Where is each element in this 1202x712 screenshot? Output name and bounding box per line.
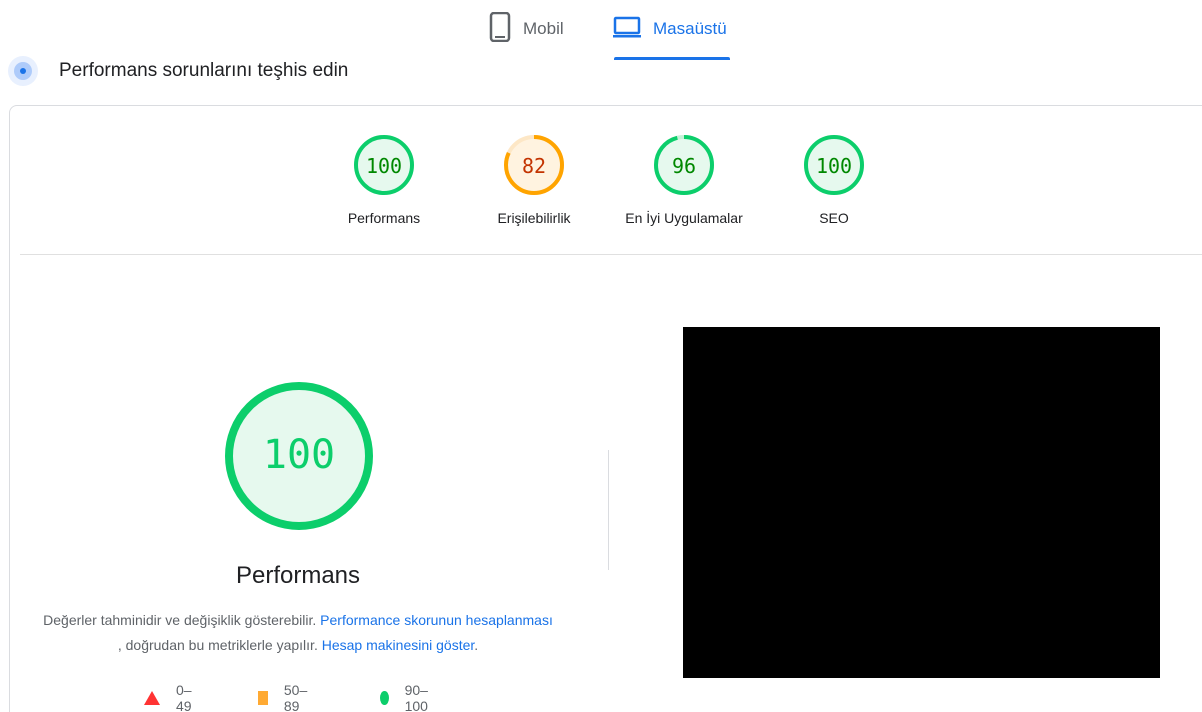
device-tabs: Mobil Masaüstü bbox=[0, 0, 1202, 60]
summary-divider bbox=[20, 254, 1202, 255]
vertical-divider bbox=[608, 450, 609, 570]
gauge-best-practices-ring: 96 bbox=[654, 135, 714, 195]
performance-gauge-large: 100 bbox=[223, 380, 375, 537]
tab-mobile[interactable]: Mobil bbox=[489, 11, 564, 47]
calculator-link[interactable]: Hesap makinesini göster bbox=[322, 637, 475, 653]
gauge-accessibility[interactable]: 82 Erişilebilirlik bbox=[454, 134, 614, 226]
legend-fail: 0–49 bbox=[144, 682, 192, 712]
laptop-icon bbox=[613, 16, 641, 43]
gauge-performance-ring: 100 bbox=[354, 135, 414, 195]
gauge-seo-ring: 100 bbox=[804, 135, 864, 195]
gauge-accessibility-ring: 82 bbox=[504, 135, 564, 195]
gauge-seo[interactable]: 100 SEO bbox=[754, 134, 914, 226]
gauge-best-practices[interactable]: 96 En İyi Uygulamalar bbox=[604, 134, 764, 226]
desc-text-1: Değerler tahminidir ve değişiklik göster… bbox=[43, 612, 321, 628]
legend-average-range: 50–89 bbox=[283, 682, 308, 712]
circle-icon bbox=[380, 691, 389, 705]
gauge-accessibility-score: 82 bbox=[522, 154, 546, 178]
desc-text-3: . bbox=[474, 637, 479, 653]
gauge-seo-label: SEO bbox=[819, 210, 849, 226]
gauge-best-practices-score: 96 bbox=[672, 154, 696, 178]
gauge-accessibility-label: Erişilebilirlik bbox=[497, 210, 571, 226]
gauge-best-practices-label: En İyi Uygulamalar bbox=[625, 210, 743, 226]
page-screenshot bbox=[683, 327, 1160, 678]
tab-desktop-label: Masaüstü bbox=[653, 19, 727, 38]
tab-desktop[interactable]: Masaüstü bbox=[613, 14, 727, 44]
diagnose-title: Performans sorunlarını teşhis edin bbox=[59, 60, 349, 81]
gauge-performance-score: 100 bbox=[366, 154, 402, 178]
legend-pass: 90–100 bbox=[380, 682, 433, 712]
performance-description: Değerler tahminidir ve değişiklik göster… bbox=[40, 608, 556, 658]
legend-pass-range: 90–100 bbox=[404, 682, 428, 712]
score-calculation-link[interactable]: Performance skorunun hesaplanması bbox=[320, 612, 553, 628]
desc-text-2: , doğrudan bu metriklerle yapılır. bbox=[117, 637, 322, 653]
performance-title: Performans bbox=[235, 562, 361, 589]
triangle-icon bbox=[144, 691, 160, 705]
square-icon bbox=[258, 691, 268, 705]
performance-score-large: 100 bbox=[263, 432, 335, 478]
gauge-performance[interactable]: 100 Performans bbox=[304, 134, 464, 226]
legend-fail-range: 0–49 bbox=[176, 682, 192, 712]
active-tab-indicator bbox=[614, 57, 730, 60]
phone-icon bbox=[489, 11, 511, 47]
gauge-seo-score: 100 bbox=[816, 154, 852, 178]
diagnose-header: Performans sorunlarını teşhis edin bbox=[8, 56, 348, 86]
gauge-performance-label: Performans bbox=[347, 210, 421, 226]
tab-mobile-label: Mobil bbox=[523, 19, 564, 38]
lighthouse-icon bbox=[8, 56, 38, 86]
legend-average: 50–89 bbox=[258, 682, 311, 712]
